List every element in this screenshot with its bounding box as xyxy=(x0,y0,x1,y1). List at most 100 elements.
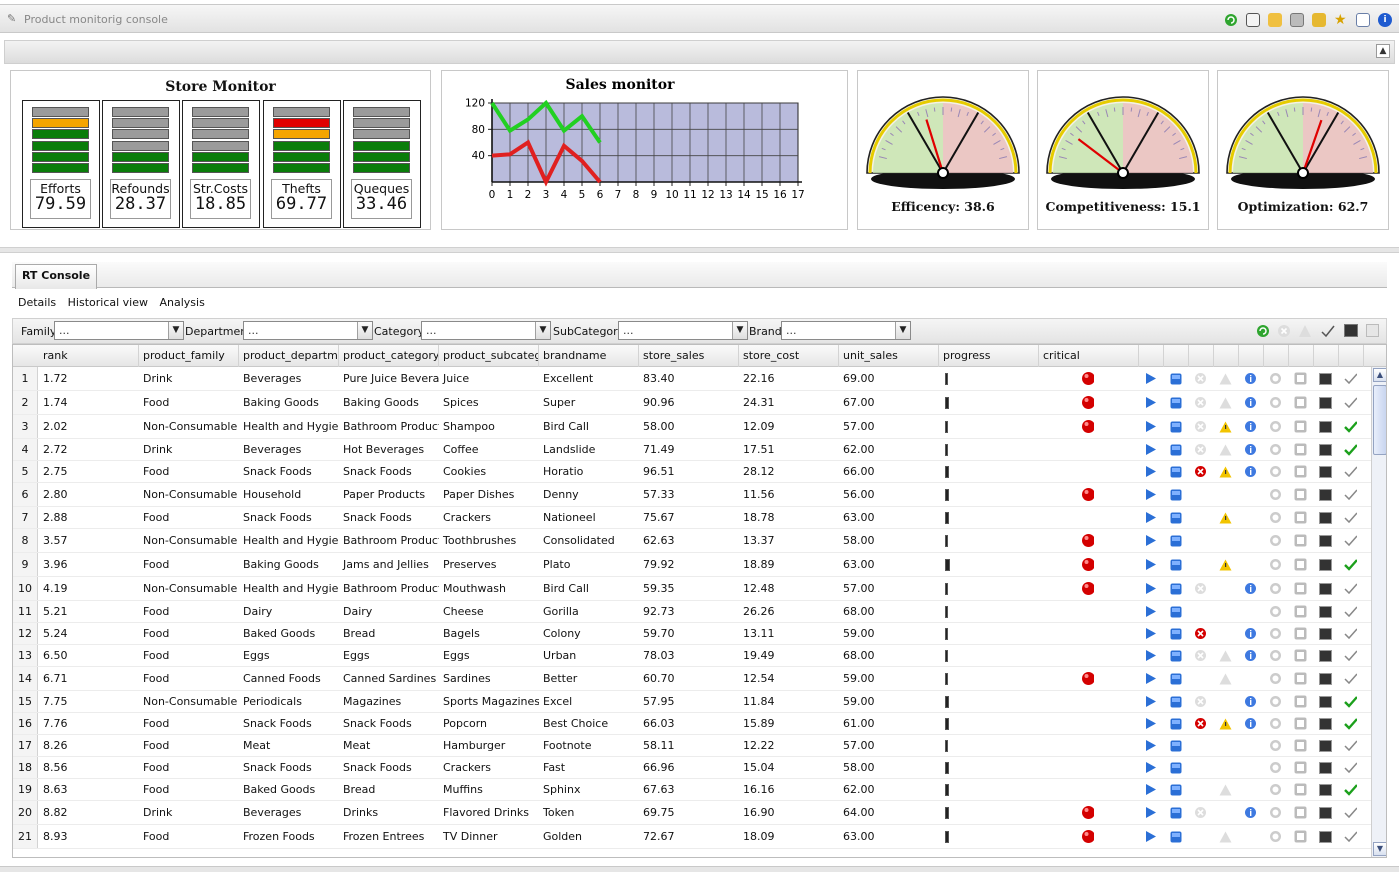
stop-icon[interactable] xyxy=(1169,627,1182,640)
folder-icon[interactable] xyxy=(1268,13,1282,27)
check-icon[interactable] xyxy=(1344,558,1357,571)
terminal-icon[interactable] xyxy=(1319,806,1332,819)
vertical-scrollbar[interactable]: ▲ ▼ xyxy=(1371,367,1386,857)
stop-icon[interactable] xyxy=(1169,649,1182,662)
window-icon[interactable] xyxy=(1294,605,1307,618)
cancel-icon[interactable] xyxy=(1194,372,1207,385)
column-header-action[interactable] xyxy=(1139,345,1164,367)
play-icon[interactable] xyxy=(1144,717,1157,730)
info-icon[interactable] xyxy=(1244,420,1257,433)
cancel-icon[interactable] xyxy=(1194,420,1207,433)
info-icon[interactable] xyxy=(1244,695,1257,708)
check-icon[interactable] xyxy=(1344,739,1357,752)
warning-icon[interactable] xyxy=(1219,717,1232,730)
export-icon[interactable] xyxy=(1312,13,1326,27)
info-icon[interactable] xyxy=(1244,627,1257,640)
table-row[interactable]: 9 3.96 Food Baking Goods Jams and Jellies Pre… xyxy=(13,553,1373,577)
play-icon[interactable] xyxy=(1144,443,1157,456)
window-icon[interactable] xyxy=(1294,649,1307,662)
play-icon[interactable] xyxy=(1144,830,1157,843)
print-icon[interactable] xyxy=(1290,13,1304,27)
table-row[interactable]: 1 1.72 Drink Beverages Pure Juice Beverag Jui… xyxy=(13,367,1373,391)
cancel-icon[interactable] xyxy=(1194,582,1207,595)
column-header-product-departmen[interactable]: product_departmen xyxy=(239,345,339,367)
stop-icon[interactable] xyxy=(1169,582,1182,595)
info-icon[interactable] xyxy=(1244,582,1257,595)
chevron-down-icon[interactable]: ▼ xyxy=(732,322,747,339)
column-header-rank[interactable]: rank xyxy=(39,345,139,367)
table-row[interactable]: 6 2.80 Non-Consumable Household Paper Produc… xyxy=(13,483,1373,507)
error-icon[interactable] xyxy=(1194,627,1207,640)
terminal-icon[interactable] xyxy=(1319,649,1332,662)
check-icon[interactable] xyxy=(1344,443,1357,456)
check-icon[interactable] xyxy=(1344,488,1357,501)
play-icon[interactable] xyxy=(1144,396,1157,409)
stop-icon[interactable] xyxy=(1169,488,1182,501)
cancel-icon[interactable] xyxy=(1194,396,1207,409)
column-header-action[interactable] xyxy=(1164,345,1189,367)
table-row[interactable]: 4 2.72 Drink Beverages Hot Beverages Coffee La… xyxy=(13,439,1373,461)
terminal-icon[interactable] xyxy=(1319,372,1332,385)
check-icon[interactable] xyxy=(1344,420,1357,433)
terminal-icon[interactable] xyxy=(1319,534,1332,547)
cancel-icon[interactable] xyxy=(1194,695,1207,708)
warning-icon[interactable] xyxy=(1219,783,1232,796)
terminal-icon[interactable] xyxy=(1319,443,1332,456)
warning-icon[interactable] xyxy=(1219,511,1232,524)
filter-department-select[interactable]: ... ▼ xyxy=(243,321,373,340)
pause-icon[interactable] xyxy=(1269,558,1282,571)
play-icon[interactable] xyxy=(1144,627,1157,640)
pause-icon[interactable] xyxy=(1269,420,1282,433)
filter-family-select[interactable]: ... ▼ xyxy=(54,321,184,340)
pause-icon[interactable] xyxy=(1269,649,1282,662)
window-icon[interactable] xyxy=(1294,582,1307,595)
pause-icon[interactable] xyxy=(1269,396,1282,409)
column-header-action[interactable] xyxy=(1289,345,1314,367)
table-row[interactable]: 16 7.76 Food Snack Foods Snack Foods Popcorn B… xyxy=(13,713,1373,735)
stop-icon[interactable] xyxy=(1169,830,1182,843)
column-header-action[interactable] xyxy=(1189,345,1214,367)
window-icon[interactable] xyxy=(1294,443,1307,456)
window-icon[interactable] xyxy=(1294,761,1307,774)
stop-icon[interactable] xyxy=(1277,324,1291,341)
info-icon[interactable]: i xyxy=(1378,13,1392,27)
pause-icon[interactable] xyxy=(1269,488,1282,501)
table-row[interactable]: 5 2.75 Food Snack Foods Snack Foods Cookies Ho… xyxy=(13,461,1373,483)
pause-icon[interactable] xyxy=(1269,465,1282,478)
error-icon[interactable] xyxy=(1194,465,1207,478)
warning-icon[interactable] xyxy=(1219,443,1232,456)
check-icon[interactable] xyxy=(1344,830,1357,843)
check-icon[interactable] xyxy=(1344,649,1357,662)
info-icon[interactable] xyxy=(1244,465,1257,478)
chevron-down-icon[interactable]: ▼ xyxy=(535,322,550,339)
warning-icon[interactable] xyxy=(1298,324,1312,341)
warning-icon[interactable] xyxy=(1219,649,1232,662)
check-icon[interactable] xyxy=(1344,534,1357,547)
chevron-down-icon[interactable]: ▼ xyxy=(357,322,372,339)
column-header-product-category[interactable]: product_category xyxy=(339,345,439,367)
terminal-icon[interactable] xyxy=(1319,488,1332,501)
stop-icon[interactable] xyxy=(1169,443,1182,456)
info-icon[interactable] xyxy=(1244,806,1257,819)
warning-icon[interactable] xyxy=(1219,396,1232,409)
column-header-action[interactable] xyxy=(1339,345,1364,367)
table-row[interactable]: 7 2.88 Food Snack Foods Snack Foods Crackers N… xyxy=(13,507,1373,529)
terminal-icon[interactable] xyxy=(1319,783,1332,796)
column-header-critical[interactable]: critical xyxy=(1039,345,1139,367)
info-icon[interactable] xyxy=(1244,372,1257,385)
pause-icon[interactable] xyxy=(1269,695,1282,708)
window-icon[interactable] xyxy=(1294,372,1307,385)
table-row[interactable]: 11 5.21 Food Dairy Dairy Cheese Gorilla 92.73 26… xyxy=(13,601,1373,623)
pause-icon[interactable] xyxy=(1269,627,1282,640)
check-icon[interactable] xyxy=(1344,372,1357,385)
terminal-icon[interactable] xyxy=(1319,627,1332,640)
stop-icon[interactable] xyxy=(1169,558,1182,571)
table-row[interactable]: 15 7.75 Non-Consumable Periodicals Magazines… xyxy=(13,691,1373,713)
tab-rt-console[interactable]: RT Console xyxy=(15,264,97,289)
window-icon[interactable] xyxy=(1294,739,1307,752)
table-row[interactable]: 13 6.50 Food Eggs Eggs Eggs Urban 78.03 19.49 68.… xyxy=(13,645,1373,667)
column-header-action[interactable] xyxy=(1264,345,1289,367)
table-row[interactable]: 18 8.56 Food Snack Foods Snack Foods Crackers… xyxy=(13,757,1373,779)
menu-analysis[interactable]: Analysis xyxy=(160,296,205,309)
play-icon[interactable] xyxy=(1144,420,1157,433)
